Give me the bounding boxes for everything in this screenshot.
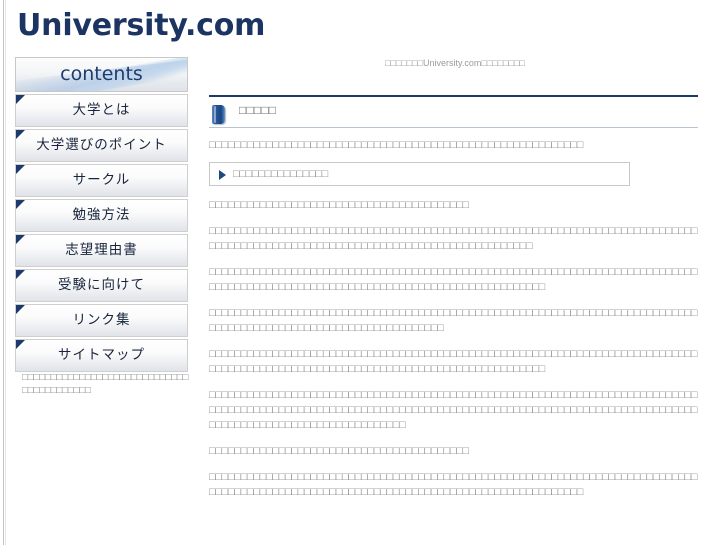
sidebar-item-label: 勉強方法 (72, 207, 131, 223)
sidebar-item-links[interactable]: リンク集 (15, 304, 188, 337)
page-left-border-inner (5, 0, 6, 545)
section-heading: □□□□□ (209, 95, 698, 128)
corner-triangle-icon (16, 305, 25, 314)
body-paragraph: □□□□□□□□□□□□□□□□□□□□□□□□□□□□□□□□□□□□□□□□… (209, 471, 698, 498)
sidebar-item-label: 大学選びのポイント (36, 137, 167, 153)
sidebar-item-label: 受験に向けて (58, 277, 145, 293)
body-paragraph: □□□□□□□□□□□□□□□□□□□□□□□□□□□□□□□□□□□□□□□□… (209, 348, 698, 375)
triangle-right-icon (219, 170, 226, 180)
sidebar-item-study-methods[interactable]: 勉強方法 (15, 199, 188, 232)
body-paragraph: □□□□□□□□□□□□□□□□□□□□□□□□□□□□□□□□□□□□□□□□… (209, 445, 470, 457)
sidebar-item-label: サイトマップ (58, 347, 145, 363)
book-icon (212, 105, 225, 124)
corner-triangle-icon (16, 95, 25, 104)
sidebar-header: contents (15, 57, 188, 92)
main-content: □□□□□ □□□□□□□□□□□□□□□□□□□□□□□□□□□□□□□□□□… (209, 95, 698, 511)
sidebar-item-label: リンク集 (72, 312, 131, 328)
callout-box[interactable]: □□□□□□□□□□□□□□□ (209, 162, 630, 186)
site-logo[interactable]: University.com (17, 8, 265, 43)
corner-triangle-icon (16, 165, 25, 174)
page-left-border (3, 0, 4, 545)
body-paragraph: □□□□□□□□□□□□□□□□□□□□□□□□□□□□□□□□□□□□□□□□… (209, 225, 698, 252)
section-title: □□□□□ (239, 103, 277, 117)
sidebar-item-what-is-university[interactable]: 大学とは (15, 94, 188, 127)
corner-triangle-icon (16, 235, 25, 244)
corner-triangle-icon (16, 200, 25, 209)
sidebar: contents 大学とは 大学選びのポイント サークル 勉強方法 志望理由書 … (15, 57, 188, 372)
page-root: University.com □□□□□□□University.com□□□□… (0, 0, 727, 545)
sidebar-header-label: contents (60, 63, 143, 85)
sidebar-item-sitemap[interactable]: サイトマップ (15, 339, 188, 372)
corner-triangle-icon (16, 270, 25, 279)
sidebar-item-statement-of-purpose[interactable]: 志望理由書 (15, 234, 188, 267)
body-paragraph: □□□□□□□□□□□□□□□□□□□□□□□□□□□□□□□□□□□□□□□□… (209, 389, 698, 431)
corner-triangle-icon (16, 130, 25, 139)
body-paragraph: □□□□□□□□□□□□□□□□□□□□□□□□□□□□□□□□□□□□□□□□… (209, 199, 470, 211)
body-paragraph: □□□□□□□□□□□□□□□□□□□□□□□□□□□□□□□□□□□□□□□□… (209, 307, 698, 334)
sidebar-item-label: 志望理由書 (65, 242, 138, 258)
body-paragraph: □□□□□□□□□□□□□□□□□□□□□□□□□□□□□□□□□□□□□□□□… (209, 266, 698, 293)
sidebar-item-exam-preparation[interactable]: 受験に向けて (15, 269, 188, 302)
sidebar-item-selection-points[interactable]: 大学選びのポイント (15, 129, 188, 162)
sidebar-item-label: 大学とは (72, 102, 131, 118)
sidebar-item-circles[interactable]: サークル (15, 164, 188, 197)
corner-triangle-icon (16, 340, 25, 349)
sidebar-item-label: サークル (72, 172, 131, 188)
site-tagline: □□□□□□□University.com□□□□□□□□ (385, 58, 525, 68)
sidebar-note: □□□□□□□□□□□□□□□□□□□□□□□□□□□□□□□□□□□□□□□□… (22, 372, 189, 396)
callout-label: □□□□□□□□□□□□□□□ (233, 168, 329, 180)
intro-paragraph: □□□□□□□□□□□□□□□□□□□□□□□□□□□□□□□□□□□□□□□□… (209, 139, 584, 151)
